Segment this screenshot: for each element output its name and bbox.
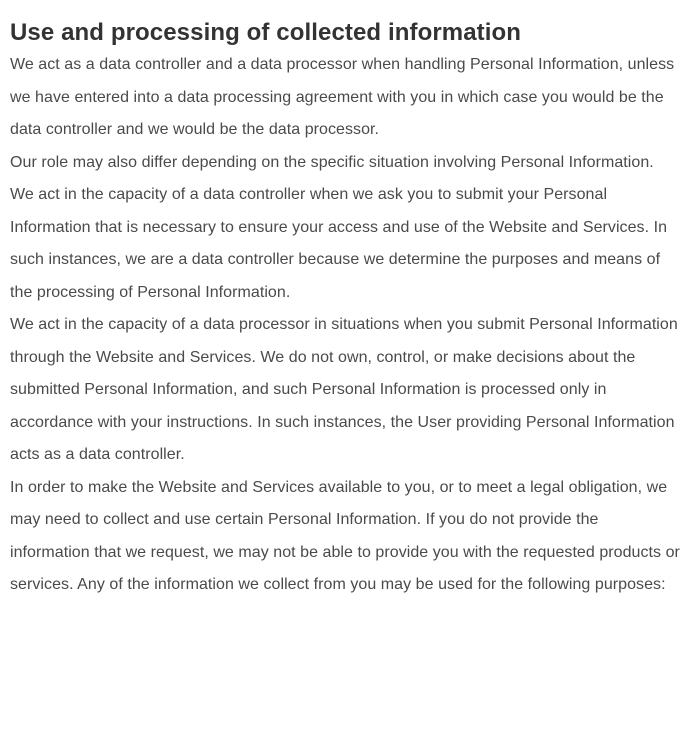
paragraph-purposes: In order to make the Website and Service… xyxy=(10,478,680,594)
section-title: Use and processing of collected informat… xyxy=(10,19,522,46)
paragraph-data-controller-processor: We act as a data controller and a data p… xyxy=(10,56,675,138)
paragraph-data-processor: We act in the capacity of a data process… xyxy=(10,316,678,463)
policy-section: Use and processing of collected informat… xyxy=(0,0,682,602)
paragraph-role-differs: Our role may also differ depending on th… xyxy=(10,153,668,301)
